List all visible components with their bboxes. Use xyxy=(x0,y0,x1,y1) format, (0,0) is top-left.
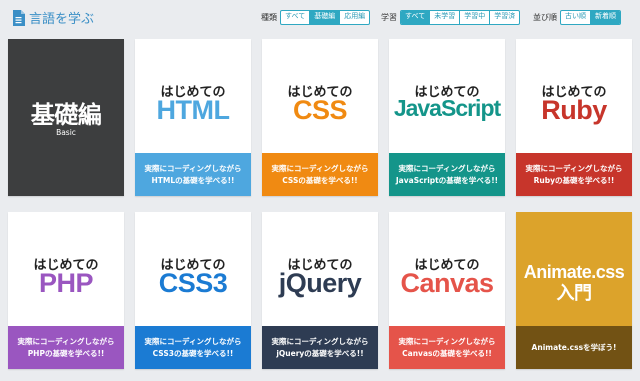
course-band: 実際にコーディングしながら CSS3の基礎を学べる!! xyxy=(135,326,251,369)
filter-type-basic[interactable]: 基礎編 xyxy=(309,11,340,24)
course-card-css3[interactable]: はじめての CSS3 実際にコーディングしながら CSS3の基礎を学べる!! xyxy=(135,212,251,369)
course-band: 実際にコーディングしながら HTMLの基礎を学べる!! xyxy=(135,153,251,196)
filter-learning-group: すべて 未学習 学習中 学習済 xyxy=(400,10,521,25)
page-title-text: 言語を学ぶ xyxy=(29,12,95,27)
course-desc-line2: HTMLの基礎を学べる!! xyxy=(151,175,235,185)
filter-type-advanced[interactable]: 応用編 xyxy=(339,11,369,24)
course-card-php[interactable]: はじめての PHP 実際にコーディングしながら PHPの基礎を学べる!! xyxy=(8,212,124,369)
filter-learning-not-started[interactable]: 未学習 xyxy=(429,11,459,24)
course-desc-line2: Canvasの基礎を学べる!! xyxy=(402,348,492,358)
sort-newest[interactable]: 新着順 xyxy=(590,11,620,24)
course-band: 実際にコーディングしながら Rubyの基礎を学べる!! xyxy=(516,153,632,196)
course-card-jquery[interactable]: はじめての jQuery 実際にコーディングしながら jQueryの基礎を学べる… xyxy=(262,212,378,369)
filter-type-label: 種類 xyxy=(261,13,277,22)
course-title-line2: 入門 xyxy=(556,283,593,303)
course-title: CSS3 xyxy=(158,268,228,298)
course-band: 実際にコーディングしながら JavaScriptの基礎を学べる!! xyxy=(389,153,505,196)
course-desc-line1: 実際にコーディングしながら xyxy=(17,336,115,346)
course-desc-line1: 実際にコーディングしながら xyxy=(398,163,496,173)
filter-type-all[interactable]: すべて xyxy=(281,11,309,24)
course-card-basic[interactable]: 基礎編 Basic xyxy=(8,39,124,196)
course-desc-line2: CSSの基礎を学べる!! xyxy=(282,175,358,185)
course-desc-line1: 実際にコーディングしながら xyxy=(271,336,369,346)
course-band: Animate.cssを学ぼう! xyxy=(516,326,632,369)
filter-learning-label: 学習 xyxy=(381,13,397,22)
course-title: Ruby xyxy=(541,95,607,125)
course-desc-line2: PHPの基礎を学べる!! xyxy=(27,348,105,358)
course-card-canvas[interactable]: はじめての Canvas 実際にコーディングしながら Canvasの基礎を学べる… xyxy=(389,212,505,369)
course-desc-line2: jQueryの基礎を学べる!! xyxy=(276,348,364,358)
filter-sort: 並び順 古い順 新着順 xyxy=(533,10,621,25)
course-card-html[interactable]: はじめての HTML 実際にコーディングしながら HTMLの基礎を学べる!! xyxy=(135,39,251,196)
filter-learning: 学習 すべて 未学習 学習中 学習済 xyxy=(381,10,521,25)
document-icon xyxy=(13,9,25,26)
course-desc-line2: CSS3の基礎を学べる!! xyxy=(152,348,234,358)
course-desc-line1: 実際にコーディングしながら xyxy=(144,163,242,173)
course-title: HTML xyxy=(156,95,230,125)
course-desc-line1: 実際にコーディングしながら xyxy=(398,336,496,346)
course-desc-line1: Animate.cssを学ぼう! xyxy=(531,342,617,352)
course-title: JavaScript xyxy=(393,95,501,121)
course-title: CSS xyxy=(292,95,348,125)
filter-learning-done[interactable]: 学習済 xyxy=(489,11,519,24)
header: 言語を学ぶ 種類 すべて 基礎編 応用編 学習 すべて 未学習 学習中 学習済 … xyxy=(0,0,640,34)
course-title: jQuery xyxy=(278,268,362,298)
course-desc-line2: Rubyの基礎を学べる!! xyxy=(533,175,615,185)
filter-learning-all[interactable]: すべて xyxy=(401,11,430,24)
course-title: Animate.css 入門 xyxy=(516,262,632,304)
course-band: 実際にコーディングしながら Canvasの基礎を学べる!! xyxy=(389,326,505,369)
course-card-css[interactable]: はじめての CSS 実際にコーディングしながら CSSの基礎を学べる!! xyxy=(262,39,378,196)
filter-type-group: すべて 基礎編 応用編 xyxy=(280,10,371,25)
course-desc-line1: 実際にコーディングしながら xyxy=(144,336,242,346)
course-desc-line1: 実際にコーディングしながら xyxy=(525,163,623,173)
course-card-ruby[interactable]: はじめての Ruby 実際にコーディングしながら Rubyの基礎を学べる!! xyxy=(516,39,632,196)
course-title: 基礎編 xyxy=(30,101,102,129)
course-desc-line2: JavaScriptの基礎を学べる!! xyxy=(395,175,499,185)
course-title: PHP xyxy=(38,268,94,298)
filter-sort-group: 古い順 新着順 xyxy=(560,10,621,25)
page-title: 言語を学ぶ xyxy=(12,8,94,27)
filter-learning-in-progress[interactable]: 学習中 xyxy=(459,11,489,24)
course-card-javascript[interactable]: はじめての JavaScript 実際にコーディングしながら JavaScrip… xyxy=(389,39,505,196)
course-title-line1: Animate.css xyxy=(523,262,625,282)
course-subtitle: Basic xyxy=(56,128,76,137)
course-card-animate-css[interactable]: Animate.css 入門 Animate.cssを学ぼう! xyxy=(516,212,632,369)
course-band: 実際にコーディングしながら jQueryの基礎を学べる!! xyxy=(262,326,378,369)
course-band: 実際にコーディングしながら PHPの基礎を学べる!! xyxy=(8,326,124,369)
course-band: 実際にコーディングしながら CSSの基礎を学べる!! xyxy=(262,153,378,196)
filter-type: 種類 すべて 基礎編 応用編 xyxy=(261,10,371,25)
filter-sort-label: 並び順 xyxy=(533,13,557,22)
course-title: Canvas xyxy=(400,268,494,298)
sort-oldest[interactable]: 古い順 xyxy=(561,11,590,24)
course-desc-line1: 実際にコーディングしながら xyxy=(271,163,369,173)
